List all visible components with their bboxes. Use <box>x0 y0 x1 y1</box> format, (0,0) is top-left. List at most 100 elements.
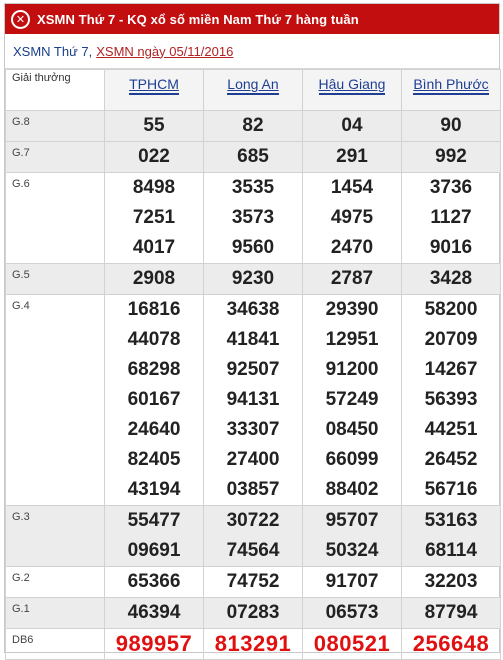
prize-number: 26452 <box>424 449 478 470</box>
prize-cell: 65366 <box>104 566 204 598</box>
prize-number: 8498 <box>132 177 176 198</box>
prize-number: 1454 <box>330 177 374 198</box>
prize-cell: 95707 50324 <box>302 505 402 567</box>
province-link-binh-phuoc[interactable]: Bình Phước <box>413 76 489 95</box>
panel-header: ✕ XSMN Thứ 7 - KQ xổ số miền Nam Thứ 7 h… <box>5 4 499 34</box>
prize-name: G.2 <box>5 566 105 598</box>
table-header-row: Giải thưởng TPHCM Long An Hậu Giang Bình… <box>5 69 501 111</box>
table-row: G.5 2908 9230 2787 3428 <box>5 263 501 295</box>
prize-cell: 1454 4975 2470 <box>302 172 402 264</box>
prize-number: 27400 <box>226 449 280 470</box>
prize-name: G.4 <box>5 294 105 506</box>
table-row: G.3 55477 09691 30722 74564 95707 50324 53163 68… <box>5 505 501 567</box>
prize-number: 41841 <box>226 329 280 350</box>
prize-number: 08450 <box>325 419 379 440</box>
table-row: G.2 65366 74752 91707 32203 <box>5 566 501 598</box>
prize-number: 56393 <box>424 389 478 410</box>
prize-name: G.3 <box>5 505 105 567</box>
prize-cell: 16816 44078 68298 60167 24640 82405 43194 <box>104 294 204 506</box>
breadcrumb-prefix: XSMN Thứ 7, <box>13 43 93 59</box>
prize-cell: 2787 <box>302 263 402 295</box>
prize-number: 74564 <box>226 540 280 561</box>
prize-cell: 53163 68114 <box>401 505 501 567</box>
prize-number: 2908 <box>132 268 176 289</box>
prize-number: 4975 <box>330 207 374 228</box>
prize-number: 55477 <box>127 510 181 531</box>
prize-number: 90 <box>440 115 462 136</box>
prize-number: 92507 <box>226 359 280 380</box>
prize-number: 3535 <box>231 177 275 198</box>
date-link[interactable]: XSMN ngày 05/11/2016 <box>96 44 233 59</box>
prize-number: 95707 <box>325 510 379 531</box>
prize-name: G.6 <box>5 172 105 264</box>
prize-number: 12951 <box>325 329 379 350</box>
prize-cell: 55 <box>104 110 204 142</box>
prize-number: 9560 <box>231 237 275 258</box>
prize-cell: 46394 <box>104 597 204 629</box>
prize-number: 68114 <box>425 540 477 561</box>
prize-cell: 06573 <box>302 597 402 629</box>
prize-number: 53163 <box>424 510 478 531</box>
prize-cell: 2908 <box>104 263 204 295</box>
table-row: G.4 16816 44078 68298 60167 24640 82405 43194 34… <box>5 294 501 506</box>
prize-number: 07283 <box>226 602 280 623</box>
prize-name: G.7 <box>5 141 105 173</box>
prize-cell: 29390 12951 91200 57249 08450 66099 88402 <box>302 294 402 506</box>
prize-number: 57249 <box>325 389 379 410</box>
prize-cell: 022 <box>104 141 204 173</box>
prize-number: 65366 <box>127 571 181 592</box>
province-link-long-an[interactable]: Long An <box>227 76 279 95</box>
prize-number: 44078 <box>127 329 181 350</box>
prize-number: 022 <box>138 146 170 167</box>
prize-cell: 74752 <box>203 566 303 598</box>
xsmn-logo-icon: ✕ <box>11 9 30 29</box>
prize-number: 82405 <box>127 449 181 470</box>
prize-cell: 07283 <box>203 597 303 629</box>
table-row: G.8 55 82 04 90 <box>5 110 501 142</box>
prize-number: 29390 <box>325 299 379 320</box>
prize-cell: 32203 <box>401 566 501 598</box>
prize-cell: 3535 3573 9560 <box>203 172 303 264</box>
prize-number: 2470 <box>330 237 374 258</box>
prize-number: 68298 <box>127 359 181 380</box>
prize-name: G.1 <box>5 597 105 629</box>
province-link-tphcm[interactable]: TPHCM <box>129 76 179 95</box>
prize-number: 291 <box>336 146 368 167</box>
breadcrumb: XSMN Thứ 7, XSMN ngày 05/11/2016 <box>5 34 499 69</box>
prize-cell: 992 <box>401 141 501 173</box>
prize-number: 43194 <box>127 479 181 500</box>
prize-cell: 55477 09691 <box>104 505 204 567</box>
prize-cell: 91707 <box>302 566 402 598</box>
prize-number: 32203 <box>424 571 478 592</box>
prize-number: 04 <box>341 115 363 136</box>
prize-number: 44251 <box>424 419 478 440</box>
prize-cell: 58200 20709 14267 56393 44251 26452 56716 <box>401 294 501 506</box>
prize-number: 91707 <box>325 571 379 592</box>
prize-number: 1127 <box>430 207 472 228</box>
prize-number: 06573 <box>325 602 379 623</box>
prize-number: 91200 <box>325 359 379 380</box>
prize-number: 94131 <box>226 389 280 410</box>
table-row: G.6 8498 7251 4017 3535 3573 9560 1454 4975 2470 3… <box>5 172 501 264</box>
table-row: G.1 46394 07283 06573 87794 <box>5 597 501 629</box>
prize-number: 34638 <box>226 299 280 320</box>
prize-cell: 82 <box>203 110 303 142</box>
prize-number: 4017 <box>132 237 176 258</box>
prize-cell: 30722 74564 <box>203 505 303 567</box>
prize-number: 87794 <box>424 602 478 623</box>
prize-number: 56716 <box>424 479 478 500</box>
prize-number: 46394 <box>127 602 181 623</box>
prize-number: 992 <box>435 146 467 167</box>
province-link-hau-giang[interactable]: Hậu Giang <box>318 76 386 95</box>
prize-cell: 9230 <box>203 263 303 295</box>
prize-cell: 685 <box>203 141 303 173</box>
prize-number: 03857 <box>226 479 280 500</box>
prize-number: 9230 <box>231 268 275 289</box>
prize-column-header: Giải thưởng <box>5 69 105 111</box>
prize-cell: 3428 <box>401 263 501 295</box>
prize-number: 16816 <box>127 299 181 320</box>
prize-number: 3428 <box>429 268 473 289</box>
results-panel: ✕ XSMN Thứ 7 - KQ xổ số miền Nam Thứ 7 h… <box>4 3 501 660</box>
prize-number: 2787 <box>330 268 374 289</box>
prize-number: 74752 <box>226 571 280 592</box>
